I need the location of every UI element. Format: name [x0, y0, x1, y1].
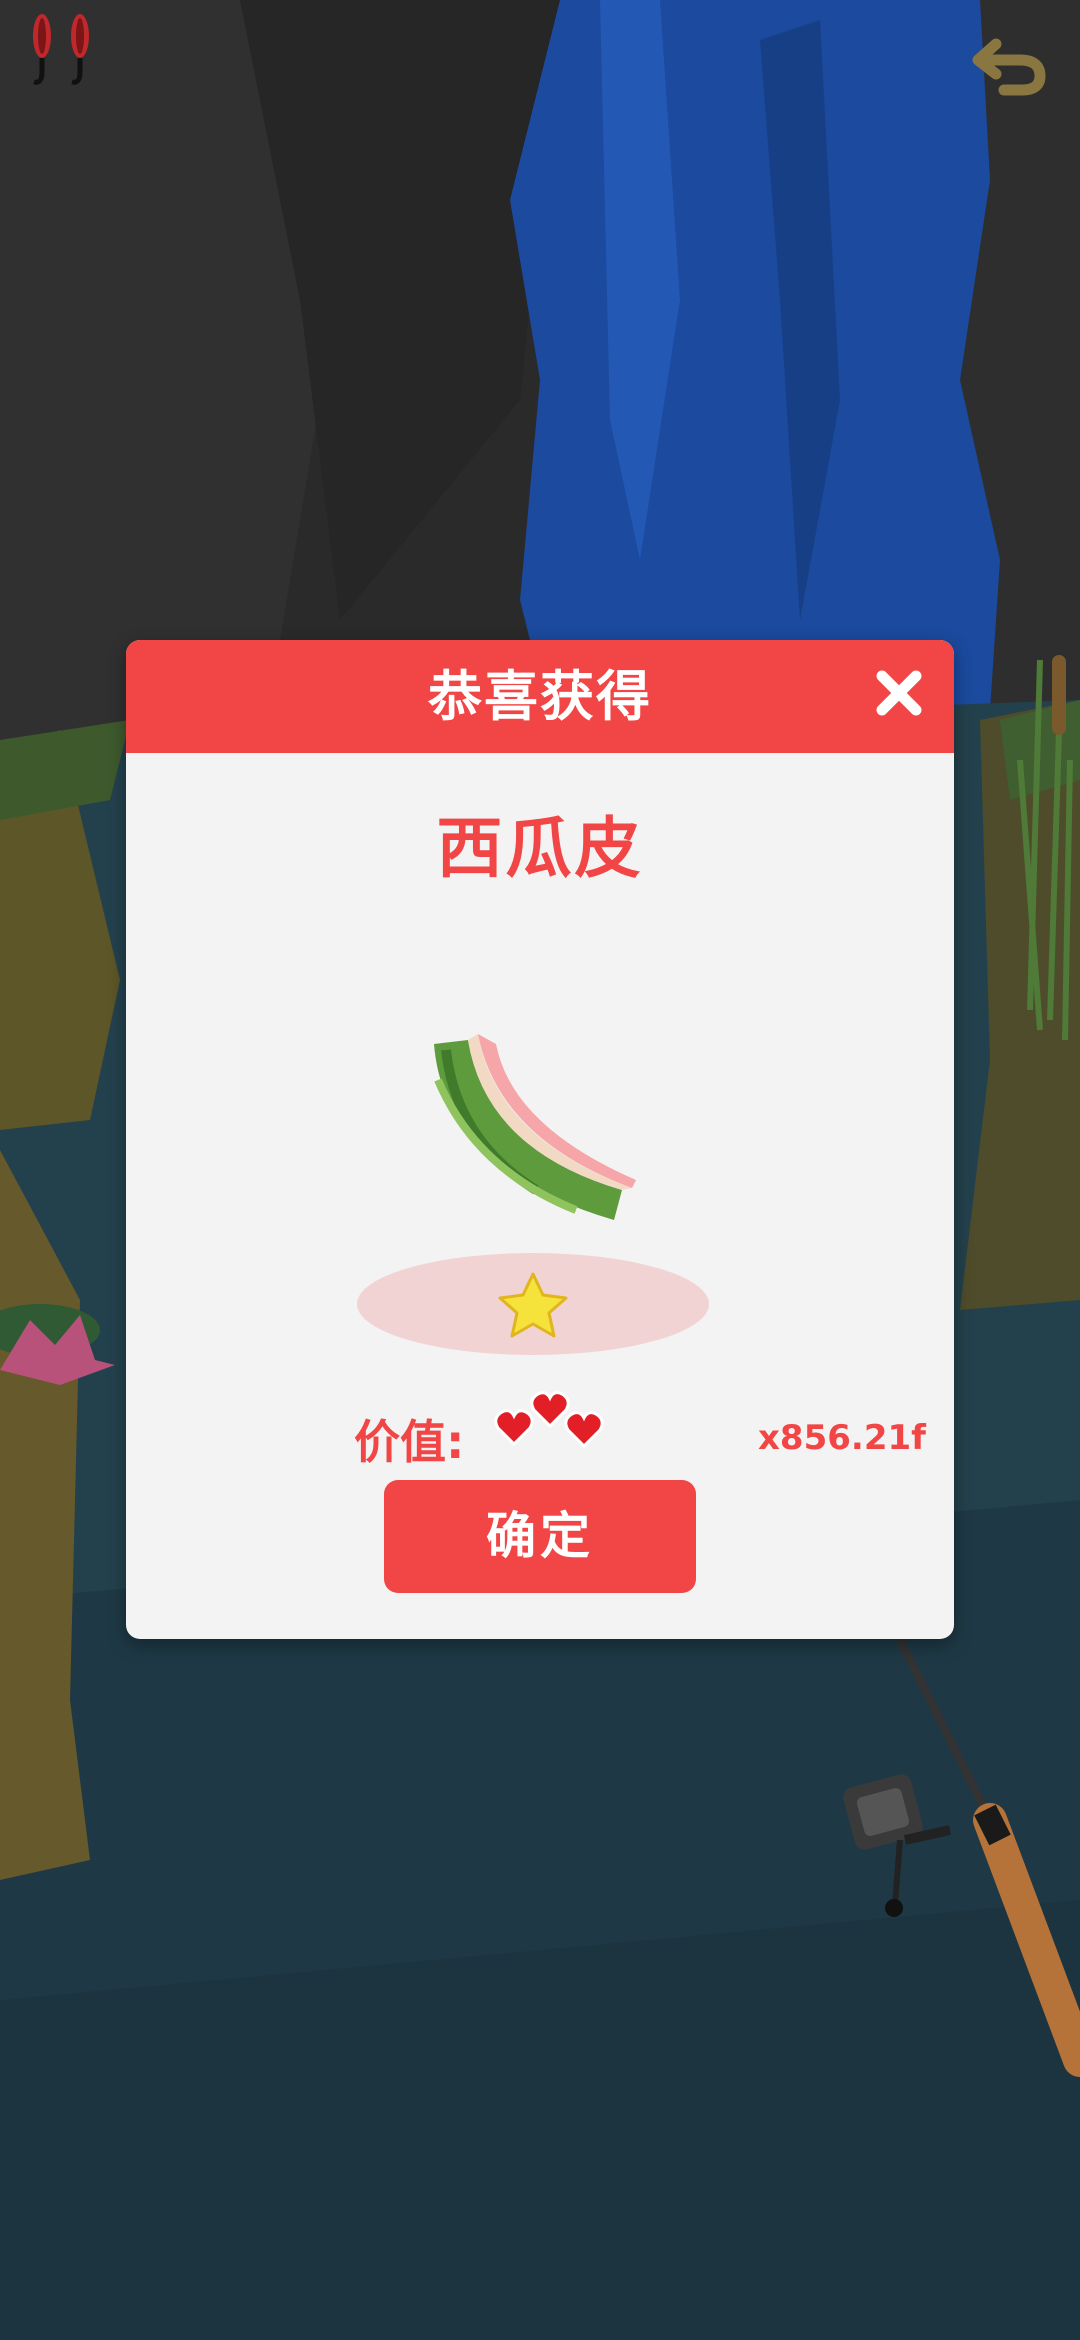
- undo-arrow-icon[interactable]: [970, 30, 1050, 100]
- bait-lures-icon: [33, 14, 89, 85]
- watermelon-rind-icon: [434, 1034, 636, 1220]
- value-label: 价值:: [354, 1415, 465, 1469]
- rarity-pedestal: [357, 1253, 709, 1355]
- value-amount: x856.21f: [758, 1418, 926, 1458]
- value-row: 价值: x856.21f: [354, 1380, 926, 1470]
- item-name: 西瓜皮: [436, 810, 644, 887]
- confirm-button[interactable]: 确定: [384, 1480, 696, 1593]
- confirm-button-label: 确定: [486, 1507, 594, 1565]
- dialog-header: 恭喜获得: [126, 640, 954, 753]
- close-icon[interactable]: [864, 658, 934, 728]
- reward-dialog: 恭喜获得 西瓜皮 价值: x856.21f 确定: [126, 640, 954, 1639]
- hearts-icon: [494, 1391, 604, 1449]
- dialog-title: 恭喜获得: [428, 665, 652, 728]
